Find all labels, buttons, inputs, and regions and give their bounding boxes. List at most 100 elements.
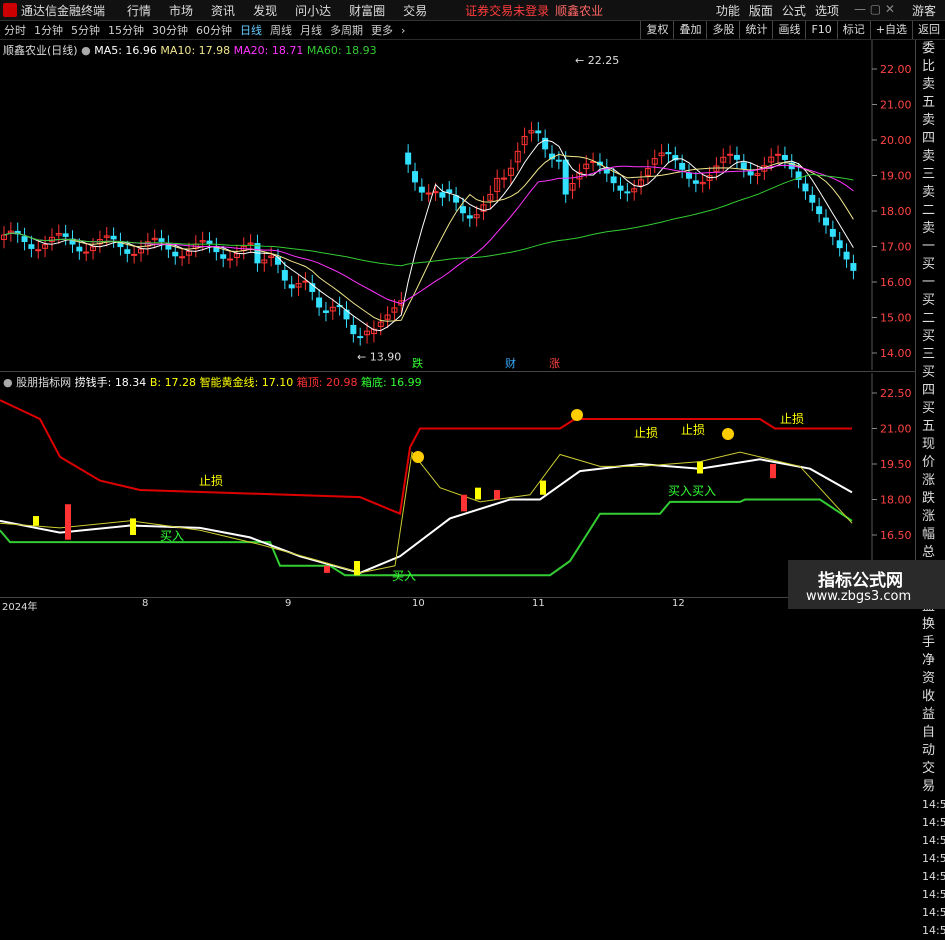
kline-chart[interactable]: 22.00 21.00 20.00 19.00 18.00 17.00 16.00 15.00… xyxy=(0,40,915,370)
side-item-2: 卖四 xyxy=(922,113,936,146)
period-weekly[interactable]: 周线 xyxy=(270,22,292,38)
candle-body xyxy=(35,249,42,252)
candle-body xyxy=(281,270,288,281)
signal-label: 买入 xyxy=(160,529,184,543)
period-multi[interactable]: 多周期 xyxy=(330,22,363,38)
candle-body xyxy=(610,176,617,184)
period-monthly[interactable]: 月线 xyxy=(300,22,322,38)
user-label[interactable]: 游客 xyxy=(912,2,936,19)
price-tick-label: 17.00 xyxy=(880,241,912,254)
candle-body xyxy=(843,251,850,260)
side-item-11: 现价 xyxy=(922,437,936,470)
side-item-16: 换手 xyxy=(922,617,936,650)
period-5min[interactable]: 5分钟 xyxy=(71,22,100,38)
smiley-icon xyxy=(571,409,583,421)
price-tick-label: 18.00 xyxy=(880,205,912,218)
period-1min[interactable]: 1分钟 xyxy=(34,22,63,38)
side-item-6: 买一 xyxy=(922,257,936,290)
candle-body xyxy=(775,153,782,156)
tool-fuquan[interactable]: 复权 xyxy=(640,21,673,39)
tool-f10[interactable]: F10 xyxy=(805,21,836,39)
candle-body xyxy=(158,238,165,242)
candle-body xyxy=(535,130,542,134)
menu-jiaoyi[interactable]: 交易 xyxy=(403,2,427,19)
candle-body xyxy=(172,251,179,257)
side-item-3: 卖三 xyxy=(922,149,936,182)
menu-shichang[interactable]: 市场 xyxy=(169,2,193,19)
tool-diejia[interactable]: 叠加 xyxy=(673,21,706,39)
signal-bar xyxy=(540,480,546,495)
pane-divider xyxy=(0,371,915,372)
date-label-year: 2024年 xyxy=(2,602,38,613)
signal-label: 止损 xyxy=(681,423,705,437)
watermark-url: www.zbgs3.com xyxy=(806,589,912,604)
menu-xuanxiang[interactable]: 选项 xyxy=(815,2,839,19)
candle-body xyxy=(418,186,425,193)
price-tick-label: 14.00 xyxy=(880,347,912,360)
menu-faxian[interactable]: 发现 xyxy=(253,2,277,19)
candle-body xyxy=(562,159,569,195)
tool-duogu[interactable]: 多股 xyxy=(706,21,739,39)
period-fenshi[interactable]: 分时 xyxy=(4,22,26,38)
period-more[interactable]: 更多 xyxy=(371,22,393,38)
candle-body xyxy=(809,194,816,203)
period-60min[interactable]: 60分钟 xyxy=(196,22,232,38)
candle-body xyxy=(555,159,562,162)
indicator-chart[interactable]: 22.5021.0019.5018.0016.50 止损止损 止损止损买入买入 买入… xyxy=(0,373,915,598)
side-time-4: 14:56 xyxy=(922,870,945,883)
candle-body xyxy=(322,310,329,313)
candle-body xyxy=(686,172,692,179)
smiley-icon xyxy=(412,451,424,463)
candle-body xyxy=(459,206,466,214)
sub-tick-label: 16.50 xyxy=(880,529,912,542)
side-item-13: 涨幅 xyxy=(922,509,936,542)
indicator-pane[interactable]: ● 股朋指标网 捞钱手: 18.34 B: 17.28 智能黄金线: 17.10… xyxy=(0,373,915,598)
date-label-8: 8 xyxy=(142,598,149,609)
tool-zixuan[interactable]: +自选 xyxy=(869,21,912,39)
date-axis: 2024年 8 9 10 11 12 xyxy=(0,597,915,613)
kline-pane[interactable]: 顺鑫农业(日线) ● MA5: 16.96 MA10: 17.98 MA20: … xyxy=(0,40,915,370)
period-15min[interactable]: 15分钟 xyxy=(108,22,144,38)
menu-zixun[interactable]: 资讯 xyxy=(211,2,235,19)
price-tick-label: 22.00 xyxy=(880,63,912,76)
login-notice[interactable]: 证券交易未登录 xyxy=(465,2,549,19)
tool-huaxian[interactable]: 画线 xyxy=(772,21,805,39)
period-daily[interactable]: 日线 xyxy=(240,22,262,38)
candle-body xyxy=(466,215,473,219)
side-item-1: 卖五 xyxy=(922,77,936,110)
candle-body xyxy=(740,162,747,170)
chevron-right-icon[interactable]: › xyxy=(401,24,405,37)
menu-gongneng[interactable]: 功能 xyxy=(716,2,740,19)
sub-tick-label: 19.50 xyxy=(880,458,912,471)
side-time-0: 14:56 xyxy=(922,798,945,811)
menu-caifuquan[interactable]: 财富圈 xyxy=(349,2,385,19)
side-item-0: 委比 xyxy=(922,41,936,74)
tool-tongji[interactable]: 统计 xyxy=(739,21,772,39)
candle-body xyxy=(665,152,672,155)
golden-line xyxy=(0,450,853,574)
side-item-17: 净资 xyxy=(922,653,936,686)
signal-bar xyxy=(33,516,39,526)
side-item-5: 卖一 xyxy=(922,221,936,254)
candle-body xyxy=(62,233,69,237)
price-tick-label: 20.00 xyxy=(880,134,912,147)
event-marker: 涨 xyxy=(549,357,560,370)
tool-biaoji[interactable]: 标记 xyxy=(836,21,870,39)
candle-body xyxy=(733,154,740,160)
side-item-19: 自动 xyxy=(922,725,936,758)
candle-body xyxy=(405,152,412,165)
side-item-12: 涨跌 xyxy=(922,473,936,506)
candle-body xyxy=(679,162,686,170)
candle-body xyxy=(76,246,83,252)
candle-body xyxy=(439,192,446,198)
period-30min[interactable]: 30分钟 xyxy=(152,22,188,38)
window-controls-icon[interactable]: — ▢ ✕ xyxy=(854,2,895,19)
candle-body xyxy=(110,235,117,240)
menu-hangqing[interactable]: 行情 xyxy=(127,2,151,19)
menu-banmian[interactable]: 版面 xyxy=(749,2,773,19)
candle-body xyxy=(850,263,857,271)
tool-fanhui[interactable]: 返回 xyxy=(912,21,945,39)
menu-gongshi[interactable]: 公式 xyxy=(782,2,806,19)
candle-body xyxy=(617,185,624,191)
menu-wenxiaoda[interactable]: 问小达 xyxy=(295,2,331,19)
